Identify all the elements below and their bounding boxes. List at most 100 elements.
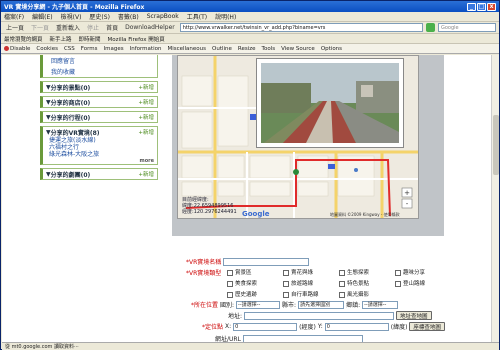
menu-view[interactable]: 檢視(V) [61, 12, 82, 21]
coordinates-readout: 目前經緯度: 緯度:22.6594899516 經度:120.297624449… [182, 197, 237, 215]
sidebar-section-trips: ▼ 分享的行程(0) +新增 [40, 111, 158, 123]
home-button[interactable]: 首頁 [104, 23, 120, 32]
x-unit: (經度) [299, 324, 316, 331]
bookmark-getting-started[interactable]: 新手上路 [50, 35, 72, 43]
page-content: 回應留言 我的收藏 ▼ 分享的景點(0) +新增 ▼ 分享的商店(0) +新增 ▼ 分享的… [2, 55, 491, 342]
disable-icon [4, 45, 9, 51]
status-text: 從 mt0.google.com 讀取資料⋯ [5, 344, 79, 350]
coord-label: *定位點 [202, 324, 224, 331]
add-link[interactable]: +新增 [138, 128, 154, 136]
sidebar-link-favorites[interactable]: 我的收藏 [43, 66, 157, 77]
scrollbar-thumb[interactable] [493, 115, 499, 175]
y-unit: (緯度) [390, 324, 408, 331]
reload-button[interactable]: 重新載入 [54, 23, 82, 32]
bookmark-most-visited[interactable]: 最常瀏覽的網頁 [4, 35, 43, 43]
menu-edit[interactable]: 編輯(E) [32, 12, 52, 21]
menu-history[interactable]: 歷史(S) [89, 12, 110, 21]
add-link[interactable]: +新增 [138, 98, 154, 106]
country-label: 國別: [220, 302, 235, 309]
webdev-view-source[interactable]: View Source [281, 46, 315, 52]
webdev-forms[interactable]: Forms [81, 46, 98, 52]
category-option[interactable]: 旅遊路線 [283, 279, 339, 287]
close-button[interactable]: x [487, 2, 496, 11]
back-button[interactable]: 上一頁 [4, 23, 26, 32]
webdev-images[interactable]: Images [104, 46, 124, 52]
map-copyright[interactable]: 地圖資料 ©2009 Kingway - 使用條款 [330, 212, 400, 218]
country-select[interactable]: --請選擇-- [236, 300, 281, 309]
bookmark-firefox-start[interactable]: Mozilla Firefox 開始頁 [108, 35, 165, 43]
x-label: X: [225, 323, 232, 330]
webdev-outline[interactable]: Outline [212, 46, 232, 52]
webdev-options[interactable]: Options [321, 46, 342, 52]
status-bar: 從 mt0.google.com 讀取資料⋯ [2, 342, 499, 350]
category-option[interactable]: 自行車路線 [283, 290, 339, 298]
forward-button[interactable]: 下一頁 [29, 23, 51, 32]
add-link[interactable]: +新增 [138, 83, 154, 91]
section-title: 分享的劇團(0) [50, 171, 91, 179]
more-link[interactable]: more [43, 158, 157, 164]
name-input[interactable] [223, 257, 310, 266]
add-link[interactable]: +新增 [138, 170, 154, 178]
url-bar[interactable]: http://www.vrwalker.net/twinsin_vr_add.p… [179, 23, 423, 32]
category-option[interactable]: 特色景點 [339, 279, 395, 287]
downloadhelper-button[interactable]: DownloadHelper [123, 24, 177, 31]
x-input[interactable]: 0 [233, 322, 298, 331]
category-checkboxes: 賞景區 賣花與綠 生態探索 趣味分享 美食探索 旅遊路線 特色景點 登山路線 歷… [227, 268, 487, 298]
y-label: Y: [317, 323, 323, 330]
webdev-disable[interactable]: Disable [4, 45, 30, 52]
vr-item[interactable]: 綠光森林-大阪之旅 [43, 151, 157, 158]
category-option[interactable]: 賞景區 [227, 268, 283, 276]
menu-help[interactable]: 說明(H) [215, 12, 236, 21]
name-label: *VR實境名稱 [186, 259, 222, 266]
menu-file[interactable]: 檔案(F) [4, 12, 24, 21]
address-map-button[interactable]: 地址查地圖 [396, 311, 432, 320]
menu-tools[interactable]: 工具(T) [187, 12, 207, 21]
menu-bookmarks[interactable]: 書籤(B) [118, 12, 139, 21]
search-input[interactable]: Google [438, 23, 496, 32]
vr-item[interactable]: 六福村之行 [43, 144, 157, 151]
category-option[interactable]: 趣味分享 [395, 268, 451, 276]
category-row: *VR實境類型 [186, 268, 221, 277]
webdev-miscellaneous[interactable]: Miscellaneous [167, 46, 206, 52]
webdev-resize[interactable]: Resize [238, 46, 256, 52]
zoom-controls-icon[interactable]: + - [399, 186, 415, 210]
y-input[interactable]: 0 [324, 322, 389, 331]
go-icon[interactable] [426, 23, 435, 32]
url-row: 網址/URL [215, 334, 363, 342]
vr-photo-popup[interactable] [256, 58, 404, 148]
district-select[interactable]: --請選擇-- [362, 300, 399, 309]
category-option[interactable]: 風光攝影 [339, 290, 395, 298]
minimize-button[interactable]: _ [467, 2, 476, 11]
location-row: *所在位置 國別: --請選擇-- 縣市: 請先選擇國別 鄉鎮: --請選擇-- [191, 300, 399, 309]
web-developer-toolbar: Disable Cookies CSS Forms Images Informa… [1, 44, 499, 54]
stop-button[interactable]: 停止 [85, 23, 101, 32]
url-input[interactable] [242, 334, 363, 342]
category-option[interactable]: 生態探索 [339, 268, 395, 276]
svg-text:+: + [404, 189, 410, 197]
category-option[interactable]: 登山路線 [395, 279, 451, 287]
category-option[interactable]: 歷史遺跡 [227, 290, 283, 298]
webdev-tools[interactable]: Tools [262, 46, 276, 52]
google-map[interactable]: 目前經緯度: 緯度:22.6594899516 經度:120.297624449… [177, 55, 419, 219]
coord-map-button[interactable]: 座標查地圖 [409, 322, 445, 331]
category-option[interactable]: 賣花與綠 [283, 268, 339, 276]
webdev-cookies[interactable]: Cookies [36, 46, 58, 52]
sidebar-link-replies[interactable]: 回應留言 [43, 55, 157, 66]
add-link[interactable]: +新增 [138, 113, 154, 121]
vertical-scrollbar[interactable] [491, 55, 499, 342]
webdev-information[interactable]: Information [130, 46, 162, 52]
name-row: *VR實境名稱 [186, 257, 310, 266]
bookmark-news[interactable]: 即時新聞 [79, 35, 101, 43]
maximize-button[interactable]: □ [477, 2, 486, 11]
city-select[interactable]: 請先選擇國別 [298, 300, 345, 309]
vr-item[interactable]: 捷運之旅(淡水線) [43, 137, 157, 144]
bookmarks-toolbar: 最常瀏覽的網頁 新手上路 即時新聞 Mozilla Firefox 開始頁 [1, 34, 499, 44]
webdev-css[interactable]: CSS [64, 46, 75, 52]
menu-scrapbook[interactable]: ScrapBook [147, 13, 179, 20]
category-option[interactable]: 美食探索 [227, 279, 283, 287]
google-logo[interactable]: Google [242, 210, 270, 218]
coord-row: *定位點 X: 0 (經度) Y: 0 (緯度) 座標查地圖 [202, 322, 445, 331]
address-input[interactable] [244, 311, 395, 320]
sidebar: 回應留言 我的收藏 ▼ 分享的景點(0) +新增 ▼ 分享的商店(0) +新增 ▼ 分享的… [40, 55, 158, 190]
lng-value: 120.2976244491 [193, 209, 237, 215]
